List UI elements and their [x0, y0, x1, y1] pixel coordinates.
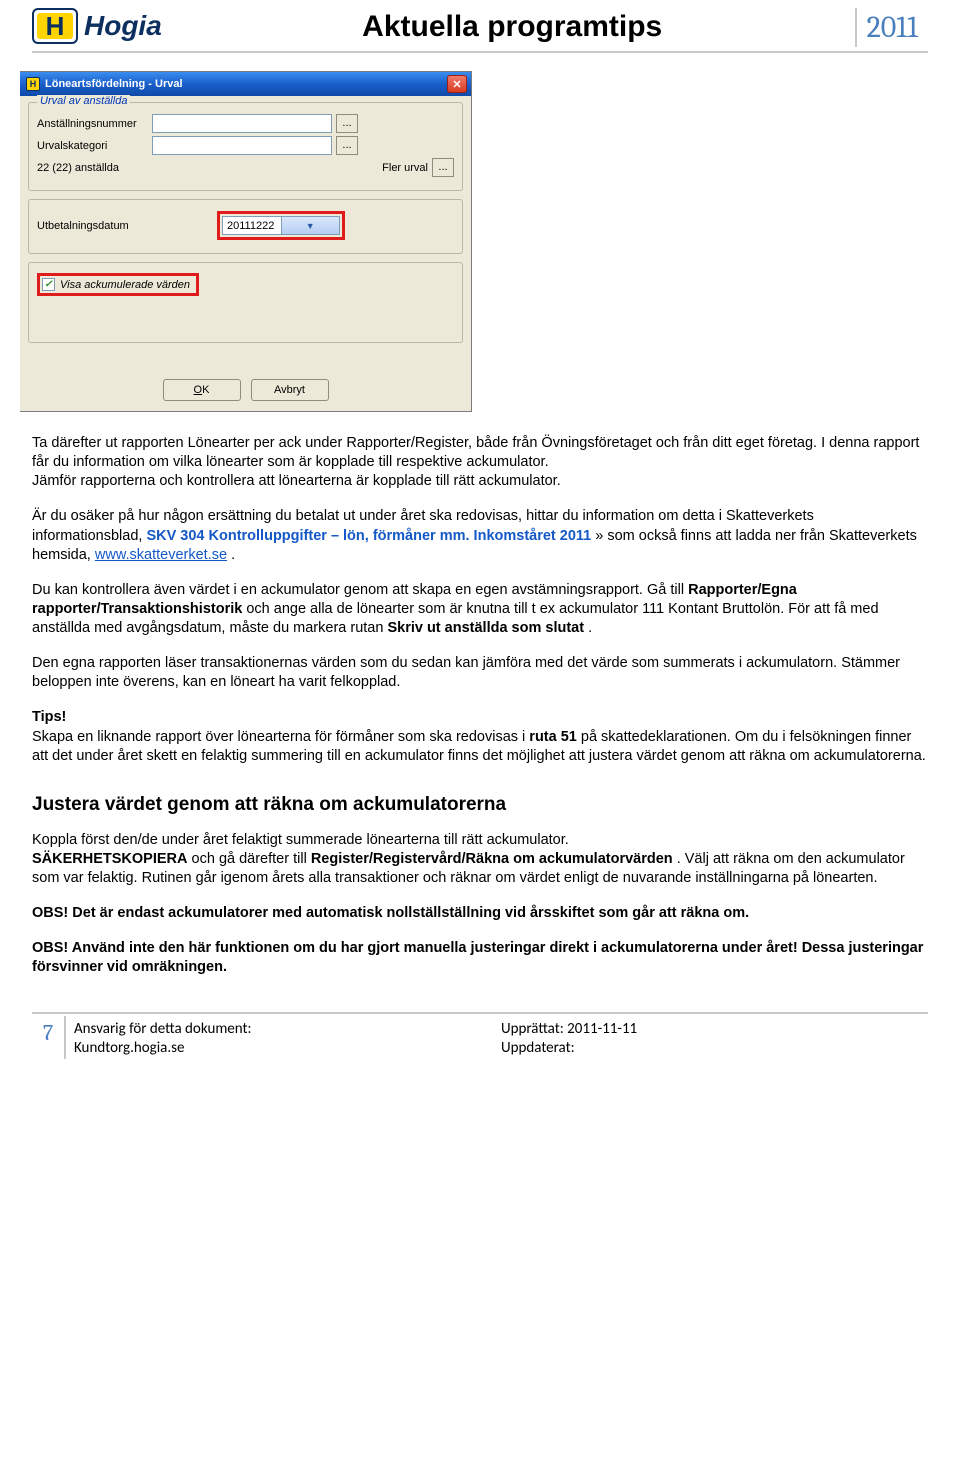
page-number: 7	[32, 1016, 66, 1059]
footer-author-value: Kundtorg.hogia.se	[74, 1039, 501, 1059]
logo-letter: H	[46, 11, 65, 42]
logo-text: Hogia	[84, 10, 162, 42]
page-header: H Hogia Aktuella programtips 2011	[32, 6, 928, 53]
checkbox-label: Visa ackumulerade värden	[60, 279, 190, 291]
label-fler-urval: Fler urval	[382, 162, 428, 174]
group-options: ✓ Visa ackumulerade värden	[28, 262, 463, 343]
close-button[interactable]: ✕	[447, 75, 467, 93]
dialog-app-icon: H	[26, 77, 40, 91]
bold-registerpath: Register/Registervård/Räkna om ackumulat…	[311, 851, 673, 867]
para-3a: Du kan kontrollera även värdet i en acku…	[32, 582, 688, 598]
group-title: Urval av anställda	[37, 95, 130, 107]
close-icon: ✕	[452, 78, 461, 91]
para-6b: och gå därefter till	[192, 851, 311, 867]
section-heading: Justera värdet genom att räkna om ackumu…	[32, 792, 928, 817]
logo-mark-icon: H	[32, 8, 78, 44]
highlight-payout-date: 20111222 ▼	[217, 211, 345, 240]
obs-2: OBS! Använd inte den här funktionen om d…	[32, 940, 923, 975]
ok-button[interactable]: OK	[163, 379, 241, 401]
browse-urvalskat-button[interactable]: ...	[336, 136, 358, 155]
browse-anst-nr-button[interactable]: ...	[336, 114, 358, 133]
checkbox-visa-ack[interactable]: ✓	[42, 278, 55, 291]
bold-sakerhetskopiera: SÄKERHETSKOPIERA	[32, 851, 188, 867]
logo: H Hogia	[32, 8, 162, 44]
para-2c: .	[231, 547, 235, 563]
footer-updated: Uppdaterat:	[501, 1039, 928, 1059]
para-1a: Ta därefter ut rapporten Lönearter per a…	[32, 435, 919, 470]
page-title: Aktuella programtips	[170, 10, 855, 44]
tips-heading: Tips!	[32, 709, 66, 725]
article-body: Ta därefter ut rapporten Lönearter per a…	[32, 434, 928, 978]
cancel-button[interactable]: Avbryt	[251, 379, 329, 401]
page-year: 2011	[855, 8, 928, 47]
group-datum: Utbetalningsdatum 20111222 ▼	[28, 199, 463, 254]
page-footer: 7 Ansvarig för detta dokument: Kundtorg.…	[32, 1012, 928, 1059]
chevron-down-icon: ▼	[281, 217, 340, 234]
para-1b: Jämför rapporterna och kontrollera att l…	[32, 473, 561, 489]
tips-ruta51: ruta 51	[529, 729, 577, 745]
label-count: 22 (22) anställda	[37, 162, 382, 174]
dialog-title: Löneartsfördelning - Urval	[45, 78, 183, 90]
dialog-window: H Löneartsfördelning - Urval ✕ Urval av …	[20, 71, 472, 412]
browse-fler-urval-button[interactable]: ...	[432, 158, 454, 177]
bold-skrivut: Skriv ut anställda som slutat	[387, 620, 584, 636]
highlight-checkbox: ✓ Visa ackumulerade värden	[37, 273, 199, 296]
footer-author-label: Ansvarig för detta dokument:	[74, 1020, 501, 1040]
input-anst-nr[interactable]	[152, 114, 332, 133]
combo-value: 20111222	[223, 220, 281, 232]
para-3d: .	[588, 620, 592, 636]
tips-body: Skapa en liknande rapport över lönearter…	[32, 729, 529, 745]
label-anst-nr: Anställningsnummer	[37, 118, 152, 130]
para-4: Den egna rapporten läser transaktionerna…	[32, 655, 900, 690]
dialog-titlebar: H Löneartsfördelning - Urval ✕	[20, 72, 471, 96]
label-urvalskat: Urvalskategori	[37, 140, 152, 152]
para-6a: Koppla först den/de under året felaktigt…	[32, 832, 569, 848]
combo-utbetdatum[interactable]: 20111222 ▼	[222, 216, 340, 235]
link-skv304[interactable]: SKV 304 Kontrolluppgifter – lön, förmåne…	[146, 528, 591, 544]
input-urvalskat[interactable]	[152, 136, 332, 155]
footer-created: Upprättat: 2011-11-11	[501, 1020, 928, 1040]
link-skatteverket[interactable]: www.skatteverket.se	[95, 547, 227, 563]
group-urval: Urval av anställda Anställningsnummer ..…	[28, 102, 463, 191]
label-utbetdatum: Utbetalningsdatum	[37, 220, 217, 232]
obs-1: OBS! Det är endast ackumulatorer med aut…	[32, 905, 749, 921]
